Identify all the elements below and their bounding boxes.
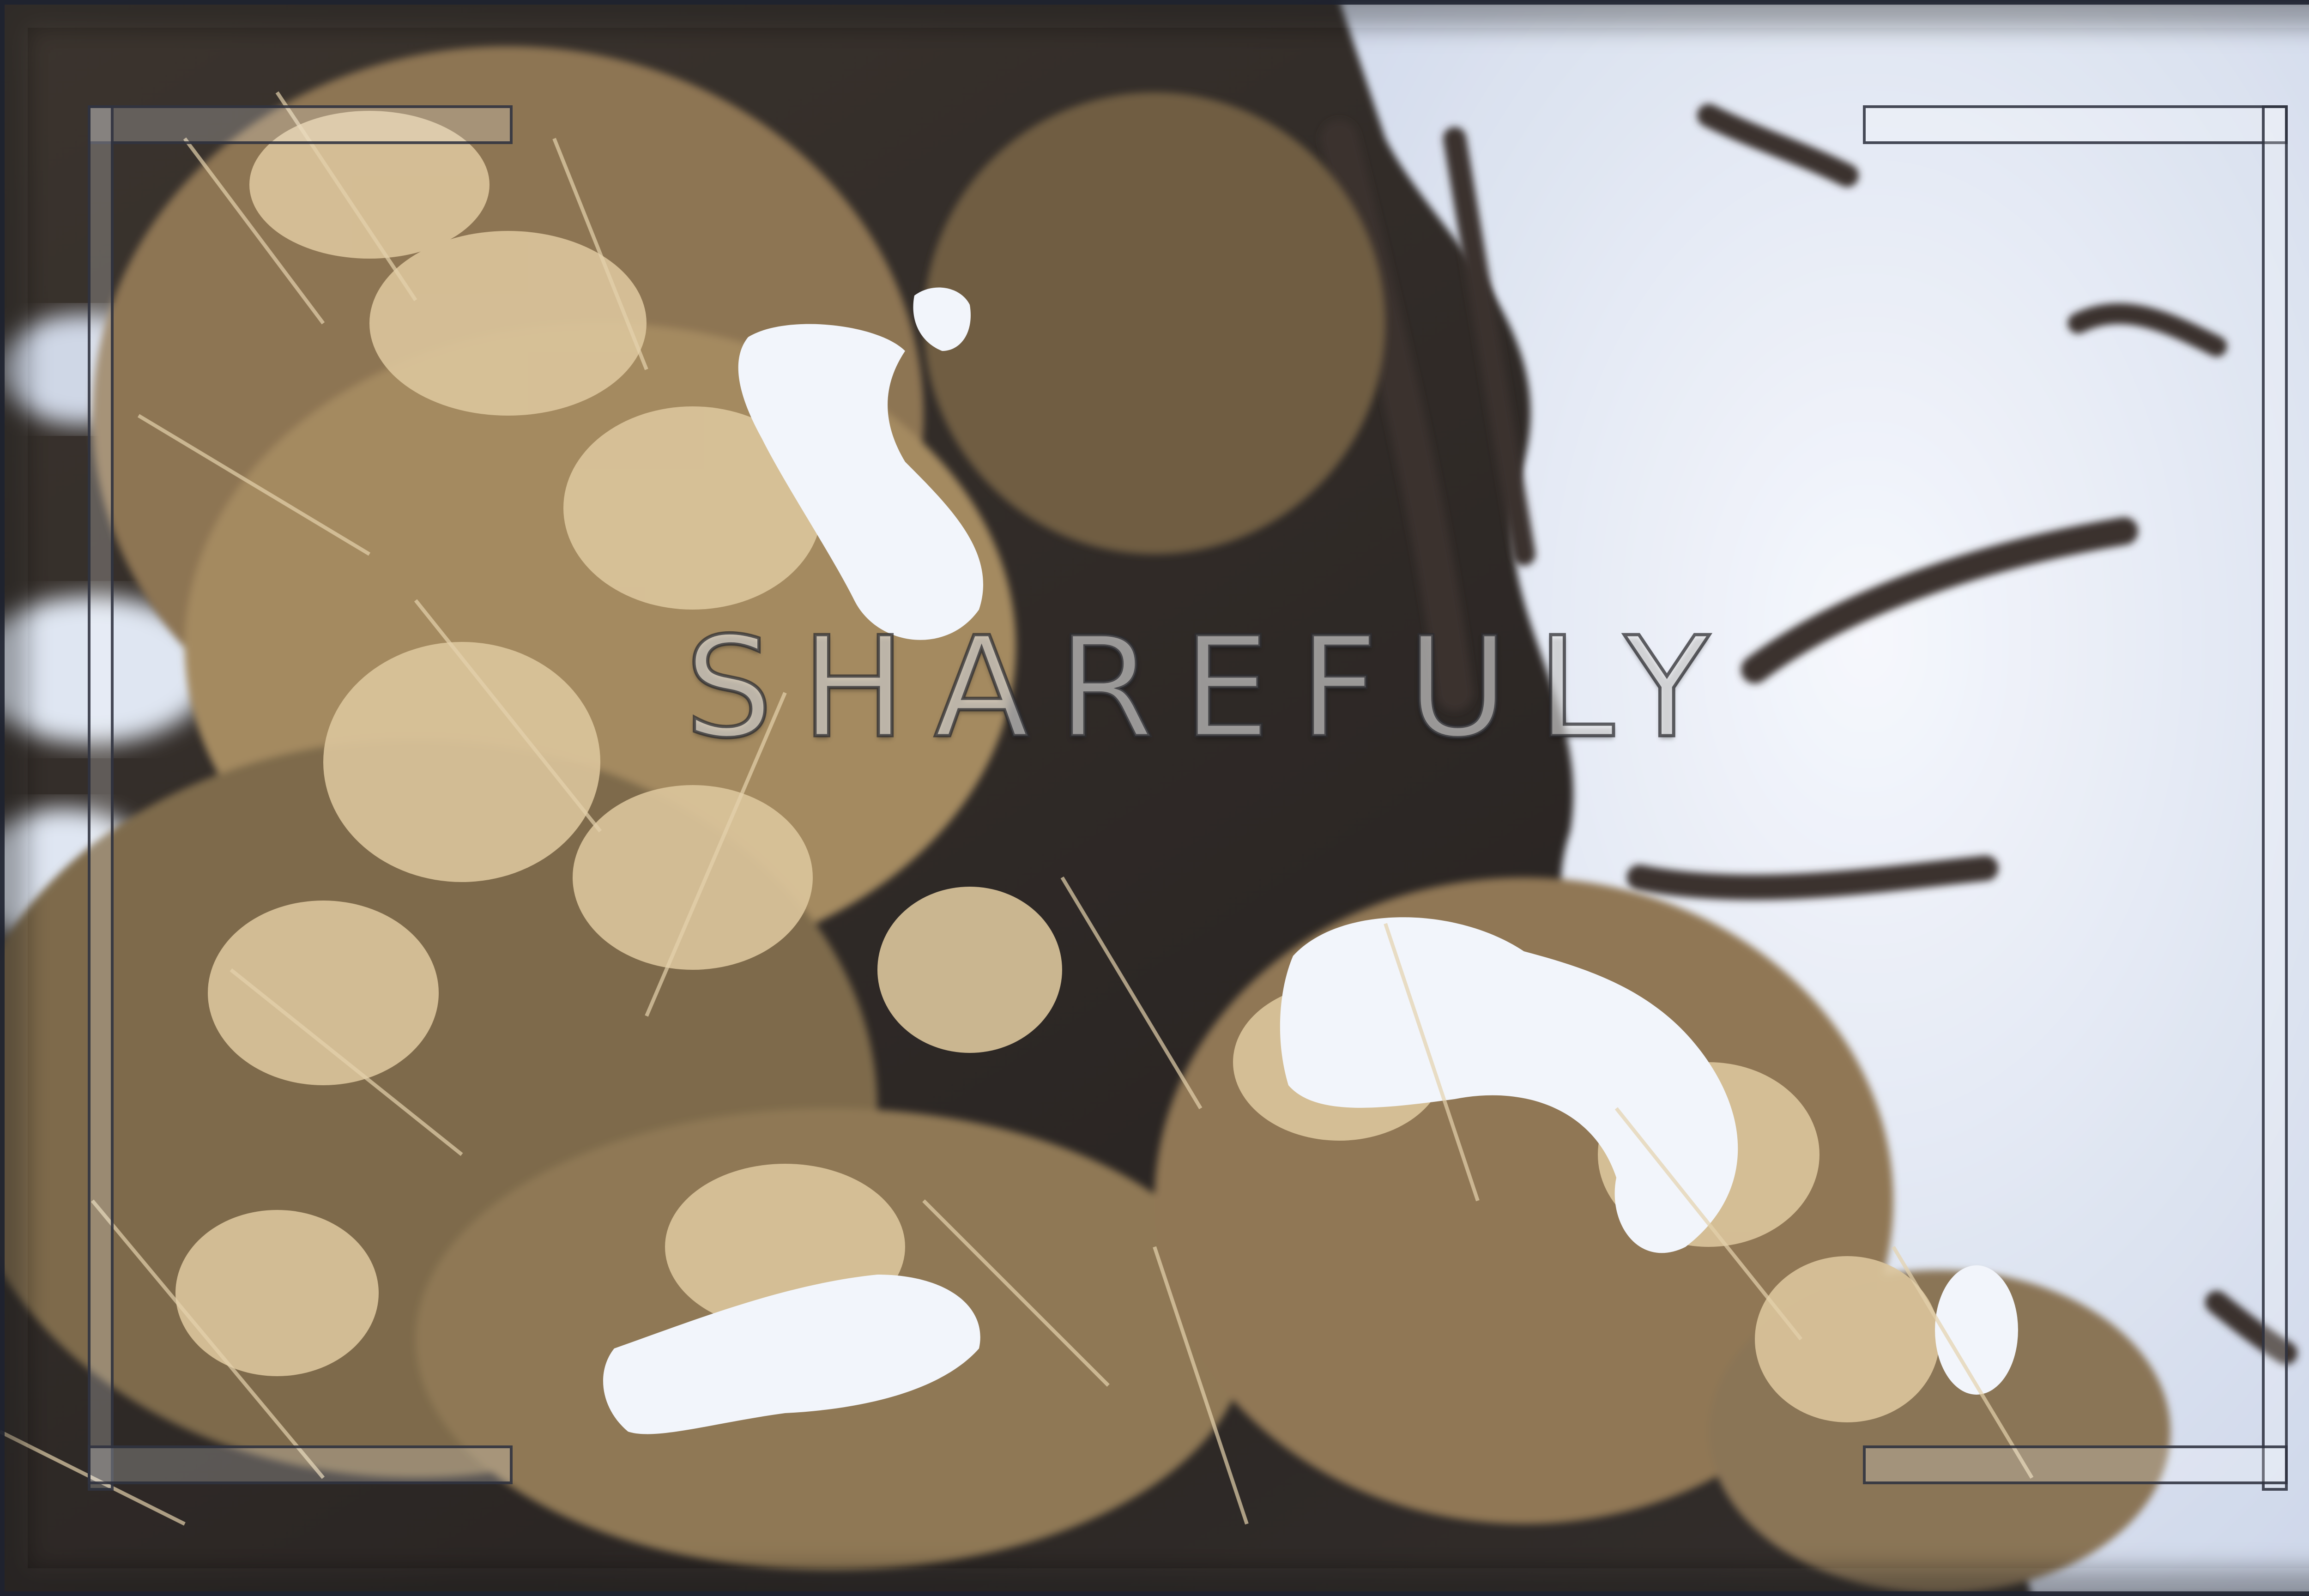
frame-top-left-horizontal xyxy=(88,105,513,144)
frame-bottom-left-horizontal xyxy=(88,1445,513,1484)
frame-top-left-vertical xyxy=(88,105,114,1491)
watermark-text: SHAREFULY xyxy=(683,607,1738,768)
frame-bottom-right-horizontal xyxy=(1863,1445,2288,1484)
frame-top-right-horizontal xyxy=(1863,105,2288,144)
frame-top-right-vertical xyxy=(2262,105,2288,1491)
photo-scene: SHAREFULY xyxy=(0,0,2309,1596)
photo xyxy=(0,0,2309,1596)
